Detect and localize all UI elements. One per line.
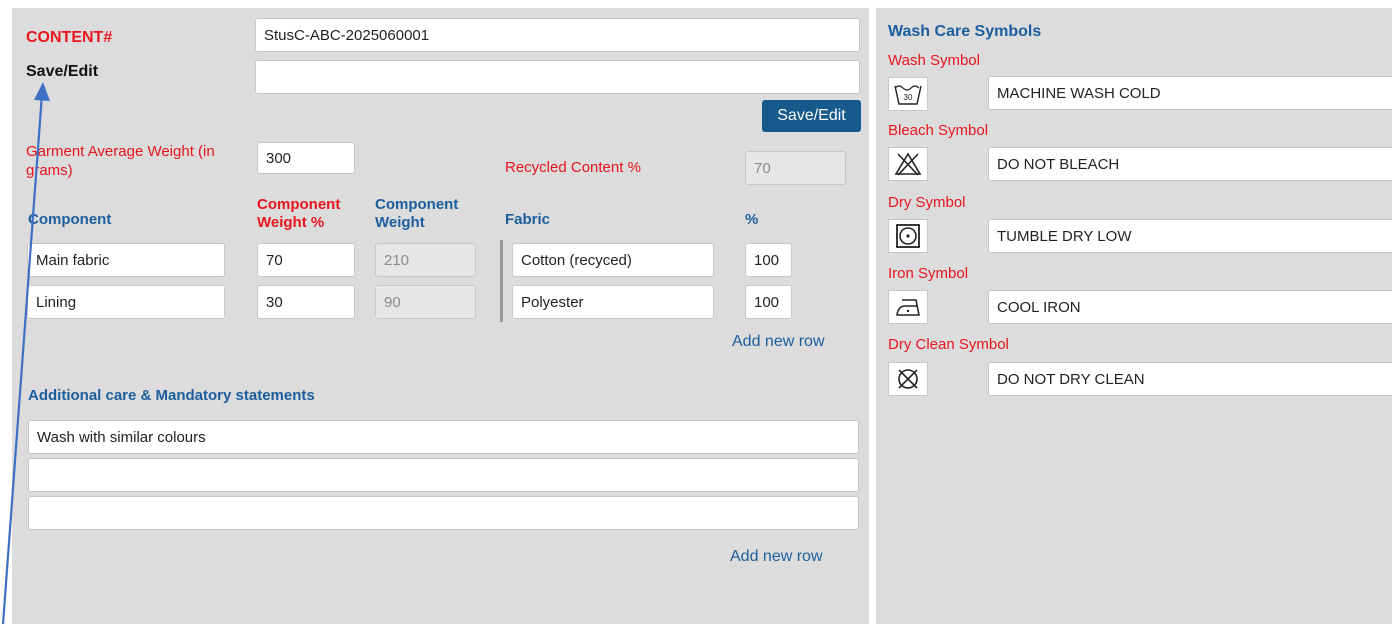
save-edit-label: Save/Edit [26, 63, 99, 80]
component-weight-header: Component Weight [375, 196, 459, 231]
fabric-name-input[interactable] [512, 285, 714, 319]
save-edit-input[interactable] [255, 60, 860, 94]
save-edit-button[interactable]: Save/Edit [762, 100, 861, 132]
component-weight-input[interactable] [375, 285, 476, 319]
content-number-label: CONTENT# [26, 29, 113, 46]
component-weight-pct-input[interactable] [257, 243, 355, 277]
additional-care-input[interactable] [28, 420, 859, 454]
wash-symbol-label: Wash Symbol [888, 52, 980, 69]
tumble-dry-low-icon[interactable] [888, 219, 928, 253]
annotation-arrow-icon [1, 82, 50, 624]
fabric-name-input[interactable] [512, 243, 714, 277]
component-weight-pct-input[interactable] [257, 285, 355, 319]
wash-care-title: Wash Care Symbols [888, 23, 1042, 40]
additional-care-input[interactable] [28, 496, 859, 530]
add-fabric-row-link[interactable]: Add new row [732, 333, 825, 351]
dry-clean-symbol-label: Dry Clean Symbol [888, 336, 1009, 353]
fabric-percent-header: % [745, 211, 759, 228]
wash-30-icon[interactable]: 30 [888, 77, 928, 111]
recycled-content-input[interactable] [745, 151, 846, 185]
dry-symbol-input[interactable] [988, 219, 1392, 253]
svg-text:30: 30 [904, 93, 913, 102]
dry-symbol-label: Dry Symbol [888, 194, 966, 211]
content-number-input[interactable] [255, 18, 860, 52]
do-not-bleach-icon[interactable] [888, 147, 928, 181]
wash-symbol-input[interactable] [988, 76, 1392, 110]
bleach-symbol-label: Bleach Symbol [888, 122, 989, 139]
do-not-dry-clean-icon[interactable] [888, 362, 928, 396]
additional-care-input[interactable] [28, 458, 859, 492]
add-statement-row-link[interactable]: Add new row [730, 548, 823, 566]
additional-care-title: Additional care & Mandatory statements [28, 387, 315, 404]
dry-clean-symbol-input[interactable] [988, 362, 1392, 396]
recycled-content-label: Recycled Content % [505, 159, 641, 176]
iron-symbol-label: Iron Symbol [888, 265, 969, 282]
iron-symbol-input[interactable] [988, 290, 1392, 324]
fabric-percent-input[interactable] [745, 243, 792, 277]
fabric-header: Fabric [505, 211, 551, 228]
bleach-symbol-input[interactable] [988, 147, 1392, 181]
cool-iron-icon[interactable] [888, 290, 928, 324]
component-weight-pct-header: Component Weight % [257, 196, 341, 231]
garment-weight-input[interactable] [257, 142, 355, 174]
component-weight-input[interactable] [375, 243, 476, 277]
fabric-percent-input[interactable] [745, 285, 792, 319]
table-divider [500, 240, 503, 322]
